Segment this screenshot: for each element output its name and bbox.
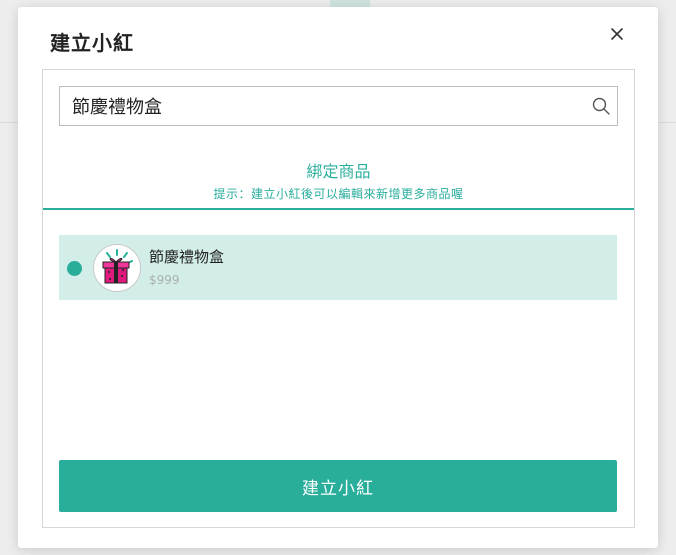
create-xiaohong-modal: 建立小紅 綁定商品 提示：建立小紅後可以編輯來新增更多商品喔: [18, 7, 658, 548]
active-tab-underline: [43, 208, 634, 210]
product-price: $999: [149, 273, 180, 287]
hint-text: 提示：建立小紅後可以編輯來新增更多商品喔: [213, 187, 464, 201]
product-binding-panel: 綁定商品 提示：建立小紅後可以編輯來新增更多商品喔: [42, 69, 635, 528]
search-input[interactable]: [60, 87, 592, 125]
create-xiaohong-button[interactable]: 建立小紅: [59, 460, 617, 512]
product-thumbnail: [93, 244, 141, 292]
product-name: 節慶禮物盒: [149, 248, 225, 266]
product-list-item[interactable]: 節慶禮物盒 $999: [59, 235, 617, 300]
search-icon[interactable]: [591, 96, 611, 116]
close-icon: [611, 28, 623, 40]
modal-title: 建立小紅: [50, 31, 134, 55]
section-title[interactable]: 綁定商品: [43, 158, 634, 182]
gift-box-icon: [102, 249, 133, 284]
close-button[interactable]: [608, 25, 626, 43]
search-box: [59, 86, 618, 126]
selected-radio[interactable]: [67, 261, 82, 276]
